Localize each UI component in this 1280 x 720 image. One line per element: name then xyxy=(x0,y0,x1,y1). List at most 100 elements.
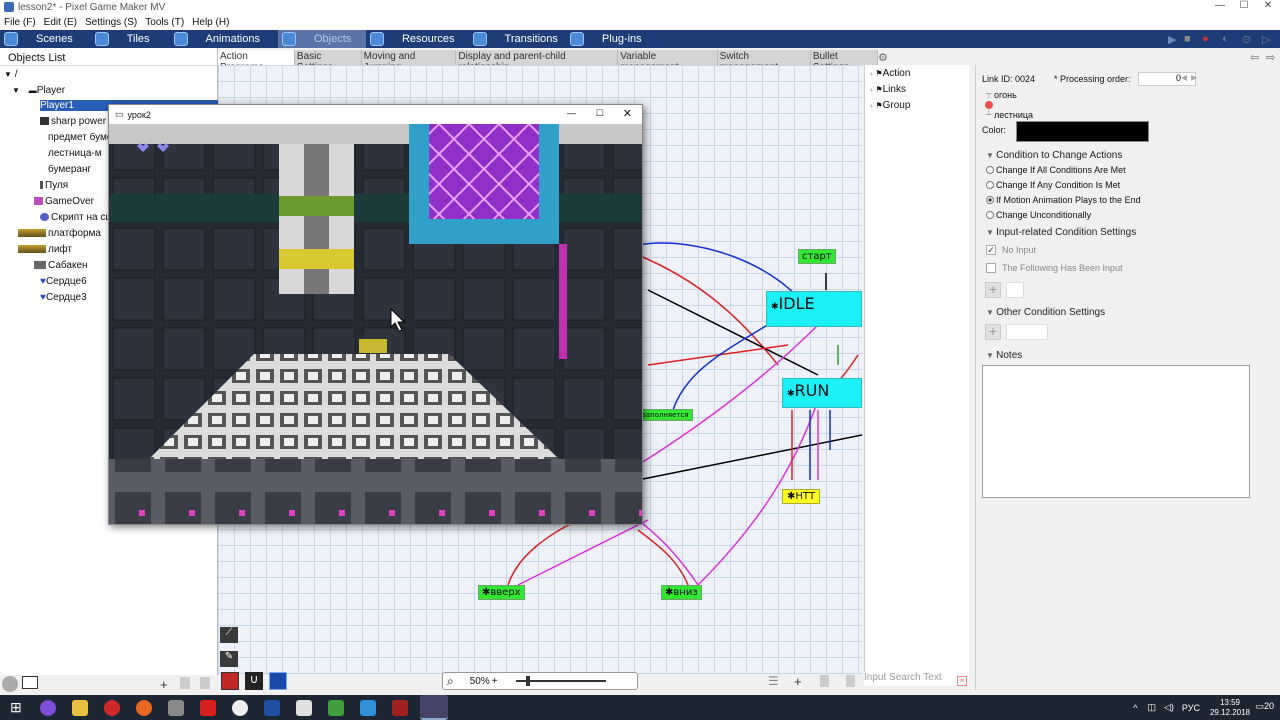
zoom-slider-thumb[interactable] xyxy=(525,676,530,686)
game-preview-window[interactable]: ▭ урок2 — ☐ ✕ xyxy=(108,104,643,525)
tab-switch-management[interactable]: Switch management xyxy=(718,50,811,73)
grid-icon[interactable] xyxy=(269,672,287,690)
tree-item-heart6[interactable]: ♥Сердце6 xyxy=(40,276,87,287)
copy-node-icon[interactable] xyxy=(820,675,829,687)
back-arrow-icon[interactable]: ⇦ xyxy=(1250,51,1259,64)
condition-header[interactable]: Condition to Change Actions xyxy=(986,150,1122,161)
record-icon[interactable]: ● xyxy=(1202,33,1209,45)
node-idle[interactable]: ✱IDLE xyxy=(766,291,862,327)
red-square-tool-icon[interactable] xyxy=(221,672,239,690)
input-header[interactable]: Input-related Condition Settings xyxy=(986,227,1136,238)
magnet-icon[interactable]: ∪ xyxy=(245,672,263,690)
color-swatch[interactable] xyxy=(1016,121,1149,142)
notification-icon[interactable]: ▭20 xyxy=(1255,701,1274,712)
tree-item-player-folder[interactable]: ▼ ▬Player xyxy=(12,85,65,96)
tab-variable-management[interactable]: Variable management xyxy=(618,50,718,73)
tree-item-links[interactable]: › ⚑Links xyxy=(870,84,906,95)
filezilla-icon[interactable] xyxy=(199,699,216,716)
tab-action-programs[interactable]: Action Programs xyxy=(218,50,295,73)
maximize-icon[interactable]: ☐ xyxy=(1232,0,1256,14)
tree-item-heart3[interactable]: ♥Сердце3 xyxy=(40,292,87,303)
app-icon-blue[interactable] xyxy=(359,699,376,716)
step-icon[interactable]: ◐ xyxy=(1222,33,1229,45)
game-close-icon[interactable]: ✕ xyxy=(623,107,632,120)
zoom-plus-icon[interactable]: + xyxy=(492,676,498,687)
clock[interactable]: 13:59 29.12.2018 xyxy=(1210,698,1250,718)
tree-item-gameover[interactable]: GameOver xyxy=(34,196,94,207)
list-view-icon[interactable]: ☰ xyxy=(768,674,779,688)
tab-moving-jumping[interactable]: Moving and Jumping xyxy=(362,50,457,73)
game-maximize-icon[interactable]: ☐ xyxy=(596,108,604,119)
copy-icon[interactable] xyxy=(180,677,190,689)
tree-item-sharp-power[interactable]: sharp power xyxy=(40,116,106,127)
blender-icon[interactable] xyxy=(135,699,152,716)
file-explorer-icon[interactable] xyxy=(71,699,88,716)
app-icon-red[interactable] xyxy=(391,699,408,716)
tab-resources[interactable]: Resources xyxy=(366,30,463,48)
node-up[interactable]: ✱вверх xyxy=(478,585,525,600)
link-tool-icon[interactable]: ⟋ xyxy=(220,627,238,643)
node-down[interactable]: ✱вниз xyxy=(661,585,702,600)
cortana-icon[interactable] xyxy=(39,699,56,716)
tab-basic-settings[interactable]: Basic Settings xyxy=(295,50,362,73)
menu-settings[interactable]: Settings (S) xyxy=(81,17,141,28)
menu-help[interactable]: Help (H) xyxy=(188,17,233,28)
opera-icon[interactable] xyxy=(103,699,120,716)
tab-transitions[interactable]: Transitions xyxy=(469,30,566,48)
debug-icon[interactable]: ⊙ xyxy=(1242,33,1251,46)
search-input[interactable]: Input Search Text xyxy=(864,672,969,686)
radio-all-conditions[interactable]: Change If All Conditions Are Met xyxy=(986,165,1126,175)
run-icon[interactable]: ▷ xyxy=(1262,33,1270,46)
forward-arrow-icon[interactable]: ⇨ xyxy=(1266,51,1275,64)
notes-header[interactable]: Notes xyxy=(986,350,1022,361)
notes-textarea[interactable] xyxy=(982,365,1250,498)
radio-animation-end[interactable]: If Motion Animation Plays to the End xyxy=(986,195,1141,205)
radio-unconditional[interactable]: Change Unconditionally xyxy=(986,210,1091,220)
decrement-icon[interactable]: ◀ xyxy=(1181,73,1187,82)
play-icon[interactable]: ▶ xyxy=(1168,33,1176,46)
tab-bullet-settings[interactable]: Bullet Settings xyxy=(811,50,879,73)
no-input-checkbox[interactable]: ✓ No Input xyxy=(986,245,1036,255)
tree-item-scene-script[interactable]: Скрипт на сц xyxy=(40,212,111,223)
processing-order-input[interactable]: 0 xyxy=(1138,72,1196,86)
add-input-icon[interactable]: + xyxy=(985,282,1001,298)
game-minimize-icon[interactable]: — xyxy=(567,108,576,118)
tree-item-boomerang-item[interactable]: предмет буме xyxy=(48,132,112,143)
pen-tool-icon[interactable]: ✎ xyxy=(220,651,238,667)
yandex-browser-icon[interactable] xyxy=(231,699,248,716)
notepad-icon[interactable] xyxy=(295,699,312,716)
radio-any-condition[interactable]: Change If Any Condition Is Met xyxy=(986,180,1120,190)
add-node-icon[interactable]: + xyxy=(794,674,802,689)
tree-item-boomerang[interactable]: бумеранг xyxy=(48,164,91,175)
tab-scenes[interactable]: Scenes xyxy=(0,30,81,48)
delete-node-icon[interactable] xyxy=(846,675,855,687)
menu-edit[interactable]: Edit (E) xyxy=(40,17,81,28)
tab-settings-gear-icon[interactable]: ⚙ xyxy=(878,51,888,64)
windows-start-icon[interactable]: ⊞ xyxy=(10,699,22,716)
add-condition-icon[interactable]: + xyxy=(985,324,1001,340)
node-partial[interactable]: заполняется xyxy=(638,409,693,421)
menu-tools[interactable]: Tools (T) xyxy=(141,17,188,28)
tree-item-group[interactable]: › ⚑Group xyxy=(870,100,910,111)
tree-item-lift[interactable]: лифт xyxy=(18,244,72,255)
node-run[interactable]: ✱RUN xyxy=(782,378,862,408)
menu-file[interactable]: File (F) xyxy=(0,17,40,28)
tree-root[interactable]: ▼ / xyxy=(4,69,17,80)
tree-item-ladder[interactable]: лестница-м xyxy=(48,148,102,159)
tab-tiles[interactable]: Tiles xyxy=(91,30,158,48)
tree-item-sabaken[interactable]: Сабакен xyxy=(34,260,88,271)
clear-search-icon[interactable]: × xyxy=(957,676,967,686)
tree-item-action[interactable]: › ⚑Action xyxy=(870,68,910,79)
steam-icon[interactable] xyxy=(263,699,280,716)
language-indicator[interactable]: РУС xyxy=(1182,703,1200,713)
tree-item-platform[interactable]: платформа xyxy=(18,228,101,239)
close-icon[interactable]: ✕ xyxy=(1256,0,1280,14)
tab-animations[interactable]: Animations xyxy=(170,30,268,48)
tab-plugins[interactable]: Plug-ins xyxy=(566,30,650,48)
following-input-checkbox[interactable]: The Following Has Been Input xyxy=(986,263,1123,273)
tray-expand-icon[interactable]: ^ xyxy=(1133,703,1137,713)
volume-icon[interactable]: ◁) xyxy=(1164,702,1174,713)
settings-gear-icon[interactable] xyxy=(2,676,18,692)
zoom-slider[interactable] xyxy=(515,676,606,686)
condition-slot[interactable] xyxy=(1006,324,1048,340)
